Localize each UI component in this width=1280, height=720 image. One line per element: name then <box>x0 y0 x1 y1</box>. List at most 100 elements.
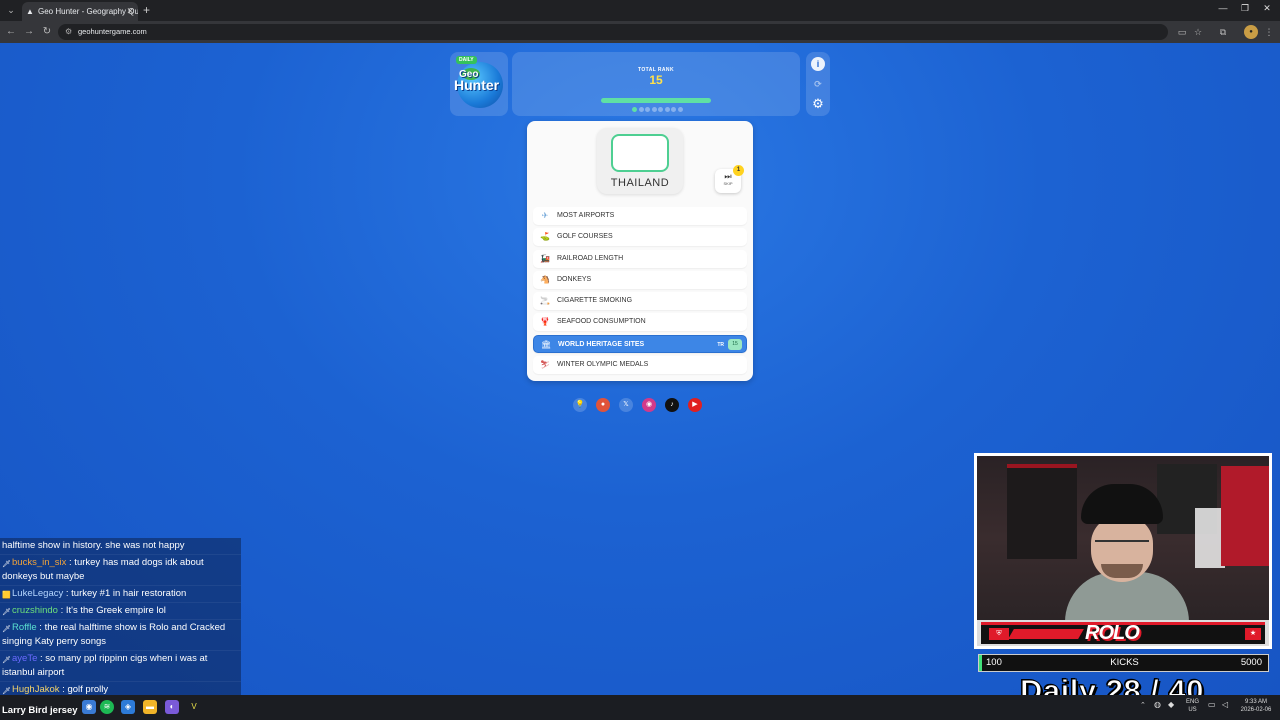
tab-search-icon[interactable]: ⌄ <box>4 3 18 17</box>
category-label: WINTER OLYMPIC MEDALS <box>557 361 649 369</box>
category-label: WORLD HERITAGE SITES <box>558 340 645 348</box>
youtube-icon[interactable]: ▶ <box>688 398 702 412</box>
chat-username[interactable]: HughJakok <box>12 684 60 695</box>
browser-menu-icon[interactable]: ⋮ <box>1262 25 1276 39</box>
info-icon[interactable]: i <box>811 57 825 71</box>
tab-close-icon[interactable]: ✕ <box>126 2 134 21</box>
category-label: CIGARETTE SMOKING <box>557 297 633 305</box>
cast-icon[interactable]: ▭ <box>1175 25 1189 39</box>
new-tab-button[interactable]: + <box>143 2 150 19</box>
chat-username[interactable]: LukeLegacy <box>12 588 63 599</box>
back-icon[interactable]: ← <box>4 25 18 39</box>
country-tile: THAILAND <box>597 128 683 194</box>
skip-count-badge: 1 <box>733 165 744 176</box>
discord-icon[interactable]: ◐ <box>165 700 179 714</box>
chat-message: halftime show in history. she was not ha… <box>0 538 241 555</box>
chat-message: 🗡Roffle : the real halftime show is Rolo… <box>0 620 241 651</box>
category-icon: ✈ <box>541 211 549 220</box>
chat-message: 🗡ayeTe : so many ppl rippinn cigs when i… <box>0 651 241 682</box>
country-shape <box>611 134 669 172</box>
category-row[interactable]: ⛷ WINTER OLYMPIC MEDALS <box>533 356 747 375</box>
spotify-icon[interactable]: ≋ <box>100 700 114 714</box>
chat-username[interactable]: ayeTe <box>12 653 37 664</box>
chat-badge-icon: 🗡 <box>2 609 11 616</box>
rank-panel: TOTAL RANK 15 <box>512 52 800 116</box>
profile-avatar[interactable]: ● <box>1244 25 1258 39</box>
network-icon[interactable]: ▭ <box>1208 701 1216 709</box>
category-row[interactable]: 🏛 WORLD HERITAGE SITES TR 15 <box>533 334 747 353</box>
round-dot <box>651 107 657 112</box>
category-row[interactable]: ✈ MOST AIRPORTS <box>533 207 747 225</box>
volume-icon[interactable]: ◁ <box>1222 701 1228 709</box>
bookmark-star-icon[interactable]: ☆ <box>1191 25 1205 39</box>
browser-navbar: ← → ↻ ⚙ geohuntergame.com ▭ ☆ ⧉ ⋮ <box>0 21 1280 43</box>
category-icon: 🚂 <box>540 253 550 263</box>
window-close-icon[interactable]: ✕ <box>1257 3 1277 14</box>
category-row[interactable]: 🚬 CIGARETTE SMOKING <box>533 292 747 311</box>
folder-icon[interactable]: ▬ <box>143 700 157 714</box>
language-indicator[interactable]: ENG US <box>1186 698 1199 714</box>
chat-username[interactable]: bucks_in_six <box>12 557 66 568</box>
category-row[interactable]: ⛳ GOLF COURSES <box>533 228 747 247</box>
round-dot <box>632 107 637 112</box>
kicks-goal-bar: 100 KICKS 5000 <box>978 654 1269 672</box>
goal-title: KICKS <box>1110 657 1139 668</box>
tray-expand-icon[interactable]: ⌃ <box>1140 702 1146 710</box>
extensions-icon[interactable]: ⧉ <box>1216 25 1230 39</box>
lightbulb-icon[interactable]: 💡 <box>573 398 587 412</box>
chat-badge-icon: 🟨 <box>2 592 11 599</box>
streamer-glasses <box>1095 540 1149 548</box>
streamer <box>1065 476 1189 632</box>
category-label: SEAFOOD CONSUMPTION <box>557 318 646 326</box>
chat-username[interactable]: cruzshindo <box>12 605 58 616</box>
forward-icon[interactable]: → <box>22 25 36 39</box>
category-icon: 🏛 <box>541 339 552 349</box>
x-icon[interactable]: 𝕏 <box>619 398 633 412</box>
banner-stripe <box>1008 629 1084 639</box>
lang-region: US <box>1188 707 1197 713</box>
category-row[interactable]: 🦞 SEAFOOD CONSUMPTION <box>533 313 747 332</box>
reddit-icon[interactable]: ● <box>596 398 610 412</box>
tab-title: Geo Hunter - Geography Quiz <box>38 7 138 16</box>
instagram-icon[interactable]: ◉ <box>642 398 656 412</box>
category-label: GOLF COURSES <box>557 233 613 241</box>
geo-hunter-logo[interactable]: DAILY Geo Hunter <box>450 52 508 116</box>
restore-icon[interactable]: ❐ <box>1235 3 1255 14</box>
rank-value: 15 <box>649 73 663 87</box>
webcam-frame: ⛨ ROLO ★ <box>974 453 1272 649</box>
chat-tail-text: Larry Bird jersey <box>2 705 78 716</box>
round-dot <box>671 107 676 112</box>
tiktok-icon[interactable]: ♪ <box>665 398 679 412</box>
site-info-icon[interactable]: ⚙ <box>65 24 72 40</box>
rank-progress-bar <box>601 98 711 103</box>
country-name: THAILAND <box>610 177 670 189</box>
category-rank-chip: 15 <box>728 338 742 350</box>
chat-text: : It's the Greek empire lol <box>57 605 166 616</box>
taskbar-app-icon[interactable]: ◉ <box>82 700 96 714</box>
chat-username[interactable]: Roffle <box>12 622 37 633</box>
category-country-tag: TR <box>717 341 724 348</box>
category-row[interactable]: 🐴 DONKEYS <box>533 270 747 289</box>
category-row[interactable]: 🚂 RAILROAD LENGTH <box>533 249 747 268</box>
tray-app2-icon[interactable]: ◆ <box>1168 701 1174 709</box>
clock[interactable]: 9:33 AM 2026-02-06 <box>1238 698 1274 714</box>
clock-date: 2026-02-06 <box>1240 707 1272 713</box>
star-icon: ★ <box>1245 628 1261 640</box>
refresh-icon[interactable]: ⟳ <box>811 77 825 91</box>
goal-high: 5000 <box>1240 657 1262 668</box>
taskbar-app2-icon[interactable]: ◈ <box>121 700 135 714</box>
chat-text: halftime show in history. she was not ha… <box>2 540 185 551</box>
minimize-icon[interactable]: — <box>1213 3 1233 13</box>
browser-tabbar: ⌄ ▲ Geo Hunter - Geography Quiz ✕ + — ❐ … <box>0 0 1280 21</box>
round-dot <box>664 107 670 112</box>
tray-app-icon[interactable]: ◍ <box>1154 701 1161 709</box>
valorant-icon[interactable]: V <box>187 700 201 714</box>
streamer-hat <box>1081 484 1163 524</box>
streamer-name: ROLO <box>1085 622 1140 644</box>
logo-daily-badge: DAILY <box>456 56 477 64</box>
settings-gear-icon[interactable]: ⚙ <box>811 97 825 111</box>
address-bar[interactable]: ⚙ geohuntergame.com <box>58 24 1168 40</box>
reload-icon[interactable]: ↻ <box>40 25 54 39</box>
round-dot <box>677 107 683 112</box>
tab-geo-hunter[interactable]: ▲ Geo Hunter - Geography Quiz ✕ <box>22 2 138 21</box>
